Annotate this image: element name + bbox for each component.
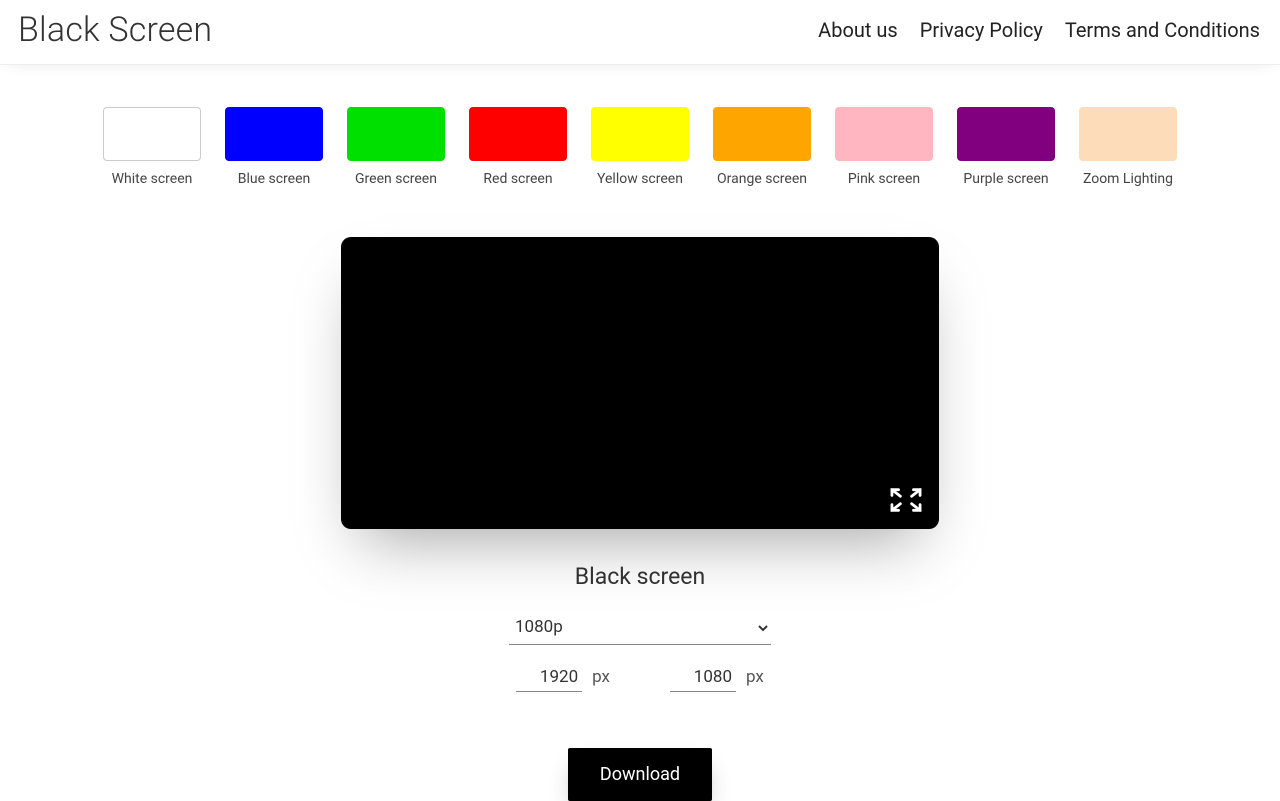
controls: 1080p px px Download <box>509 612 771 801</box>
swatch-item-orange[interactable]: Orange screen <box>713 107 811 187</box>
fullscreen-icon[interactable] <box>887 485 925 515</box>
swatch-label: Zoom Lighting <box>1083 171 1173 187</box>
swatch-red <box>469 107 567 161</box>
swatch-item-red[interactable]: Red screen <box>469 107 567 187</box>
swatch-blue <box>225 107 323 161</box>
nav: About us Privacy Policy Terms and Condit… <box>818 18 1260 42</box>
swatch-item-green[interactable]: Green screen <box>347 107 445 187</box>
swatch-item-white[interactable]: White screen <box>103 107 201 187</box>
resolution-select[interactable]: 1080p <box>509 612 771 645</box>
swatch-item-zoom-lighting[interactable]: Zoom Lighting <box>1079 107 1177 187</box>
site-title: Black Screen <box>18 10 212 50</box>
swatch-zoom-lighting <box>1079 107 1177 161</box>
swatch-pink <box>835 107 933 161</box>
swatch-item-pink[interactable]: Pink screen <box>835 107 933 187</box>
swatch-label: White screen <box>112 171 193 187</box>
download-button[interactable]: Download <box>568 748 712 801</box>
swatch-yellow <box>591 107 689 161</box>
swatch-label: Orange screen <box>717 171 807 187</box>
width-input[interactable] <box>516 665 582 692</box>
dimension-row: px px <box>516 665 764 692</box>
swatch-label: Purple screen <box>963 171 1048 187</box>
preview-panel[interactable] <box>341 237 939 529</box>
swatch-green <box>347 107 445 161</box>
swatch-white <box>103 107 201 161</box>
unit-label: px <box>592 667 610 687</box>
swatch-label: Green screen <box>355 171 437 187</box>
swatch-label: Red screen <box>483 171 552 187</box>
nav-link-about[interactable]: About us <box>818 18 898 42</box>
screen-label: Black screen <box>575 563 705 590</box>
swatch-label: Blue screen <box>238 171 311 187</box>
swatch-row: White screen Blue screen Green screen Re… <box>83 107 1197 187</box>
swatch-item-yellow[interactable]: Yellow screen <box>591 107 689 187</box>
swatch-label: Pink screen <box>848 171 920 187</box>
swatch-orange <box>713 107 811 161</box>
swatch-purple <box>957 107 1055 161</box>
nav-link-privacy[interactable]: Privacy Policy <box>920 18 1043 42</box>
swatch-item-purple[interactable]: Purple screen <box>957 107 1055 187</box>
height-input[interactable] <box>670 665 736 692</box>
content: White screen Blue screen Green screen Re… <box>0 65 1280 801</box>
header: Black Screen About us Privacy Policy Ter… <box>0 0 1280 65</box>
swatch-label: Yellow screen <box>597 171 683 187</box>
nav-link-terms[interactable]: Terms and Conditions <box>1065 18 1260 42</box>
swatch-item-blue[interactable]: Blue screen <box>225 107 323 187</box>
unit-label: px <box>746 667 764 687</box>
